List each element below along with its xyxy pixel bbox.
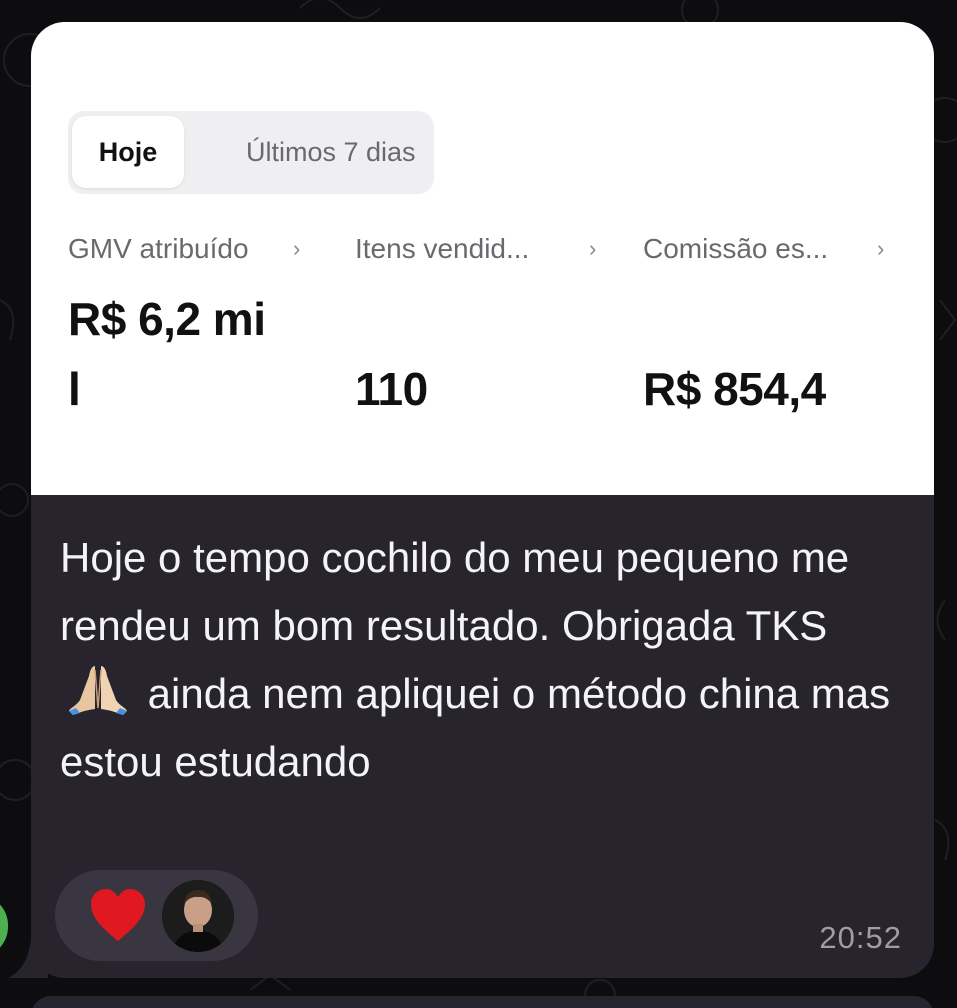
red-heart-icon (91, 889, 145, 941)
message-text-part2: ainda nem apliquei o método china mas es… (60, 670, 891, 785)
person-avatar-icon (162, 880, 234, 952)
next-message-bubble[interactable] (31, 996, 934, 1008)
tab-last-7-days[interactable]: Últimos 7 dias (246, 116, 416, 188)
metric-label-gmv[interactable]: GMV atribuído (68, 233, 249, 265)
period-tabs: Hoje Últimos 7 dias (68, 111, 434, 194)
chevron-right-icon: › (877, 236, 885, 261)
chat-background: Hoje Últimos 7 dias GMV atribuído › Iten… (0, 0, 957, 1008)
message-text-part1: Hoje o tempo cochilo do meu pequeno me r… (60, 534, 850, 649)
metric-value-commission: R$ 854,4 (643, 363, 826, 415)
folded-hands-icon (69, 666, 127, 715)
metric-label-items[interactable]: Itens vendid... (355, 233, 529, 265)
reaction-pill[interactable] (55, 870, 258, 961)
metric-label-commission[interactable]: Comissão es... (643, 233, 828, 265)
message-text: Hoje o tempo cochilo do meu pequeno me r… (60, 524, 900, 796)
chevron-right-icon: › (293, 236, 301, 261)
attached-screenshot[interactable]: Hoje Últimos 7 dias GMV atribuído › Iten… (31, 22, 934, 495)
chevron-right-icon: › (589, 236, 597, 261)
tab-today[interactable]: Hoje (72, 116, 184, 188)
message-bubble[interactable]: Hoje Últimos 7 dias GMV atribuído › Iten… (31, 22, 934, 978)
reactor-avatar[interactable] (162, 880, 234, 952)
metric-value-gmv-continued: l (68, 363, 81, 415)
message-timestamp: 20:52 (819, 920, 902, 955)
metric-value-items: 110 (355, 363, 428, 415)
metric-value-gmv: R$ 6,2 mi (68, 293, 266, 345)
